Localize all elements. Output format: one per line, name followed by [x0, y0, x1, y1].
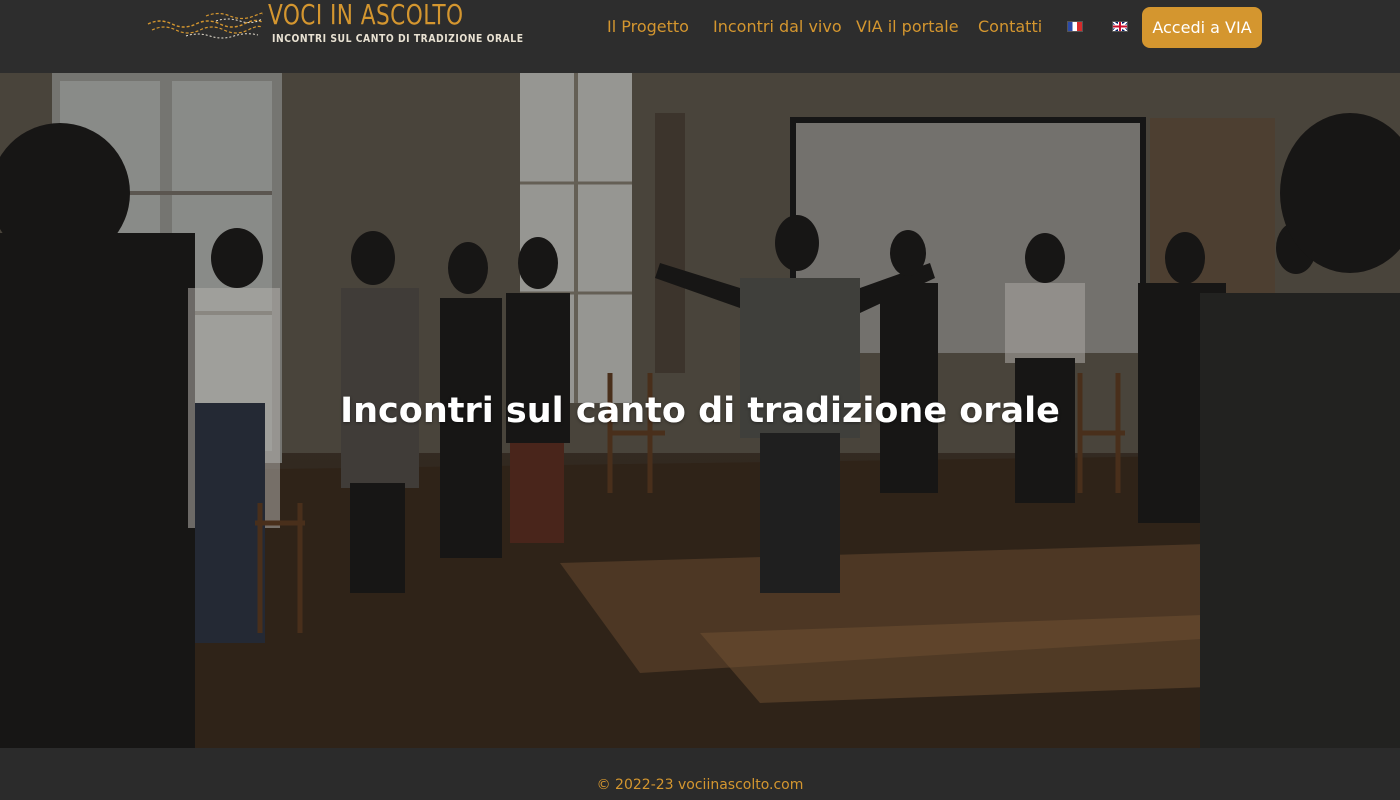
flag-fr-icon[interactable]: [1067, 21, 1083, 32]
nav-item-contatti[interactable]: Contatti: [978, 17, 1042, 36]
flag-en-icon[interactable]: [1112, 21, 1128, 32]
hero-title: Incontri sul canto di tradizione orale: [340, 391, 1060, 431]
nav-item-incontri-dal-vivo[interactable]: Incontri dal vivo: [713, 17, 842, 36]
hero-banner: Incontri sul canto di tradizione orale: [0, 73, 1400, 748]
footer-copyright: © 2022-23 vociinascolto.com: [596, 777, 804, 793]
site-footer: © 2022-23 vociinascolto.com: [0, 748, 1400, 800]
nav-item-il-progetto[interactable]: Il Progetto: [607, 17, 689, 36]
site-header: VOCI IN ASCOLTO INCONTRI SUL CANTO DI TR…: [0, 0, 1400, 73]
accedi-a-via-button[interactable]: Accedi a VIA: [1142, 7, 1262, 48]
main-nav: Il Progetto Incontri dal vivo VIA il por…: [0, 0, 1400, 54]
nav-item-via-il-portale[interactable]: VIA il portale: [856, 17, 959, 36]
